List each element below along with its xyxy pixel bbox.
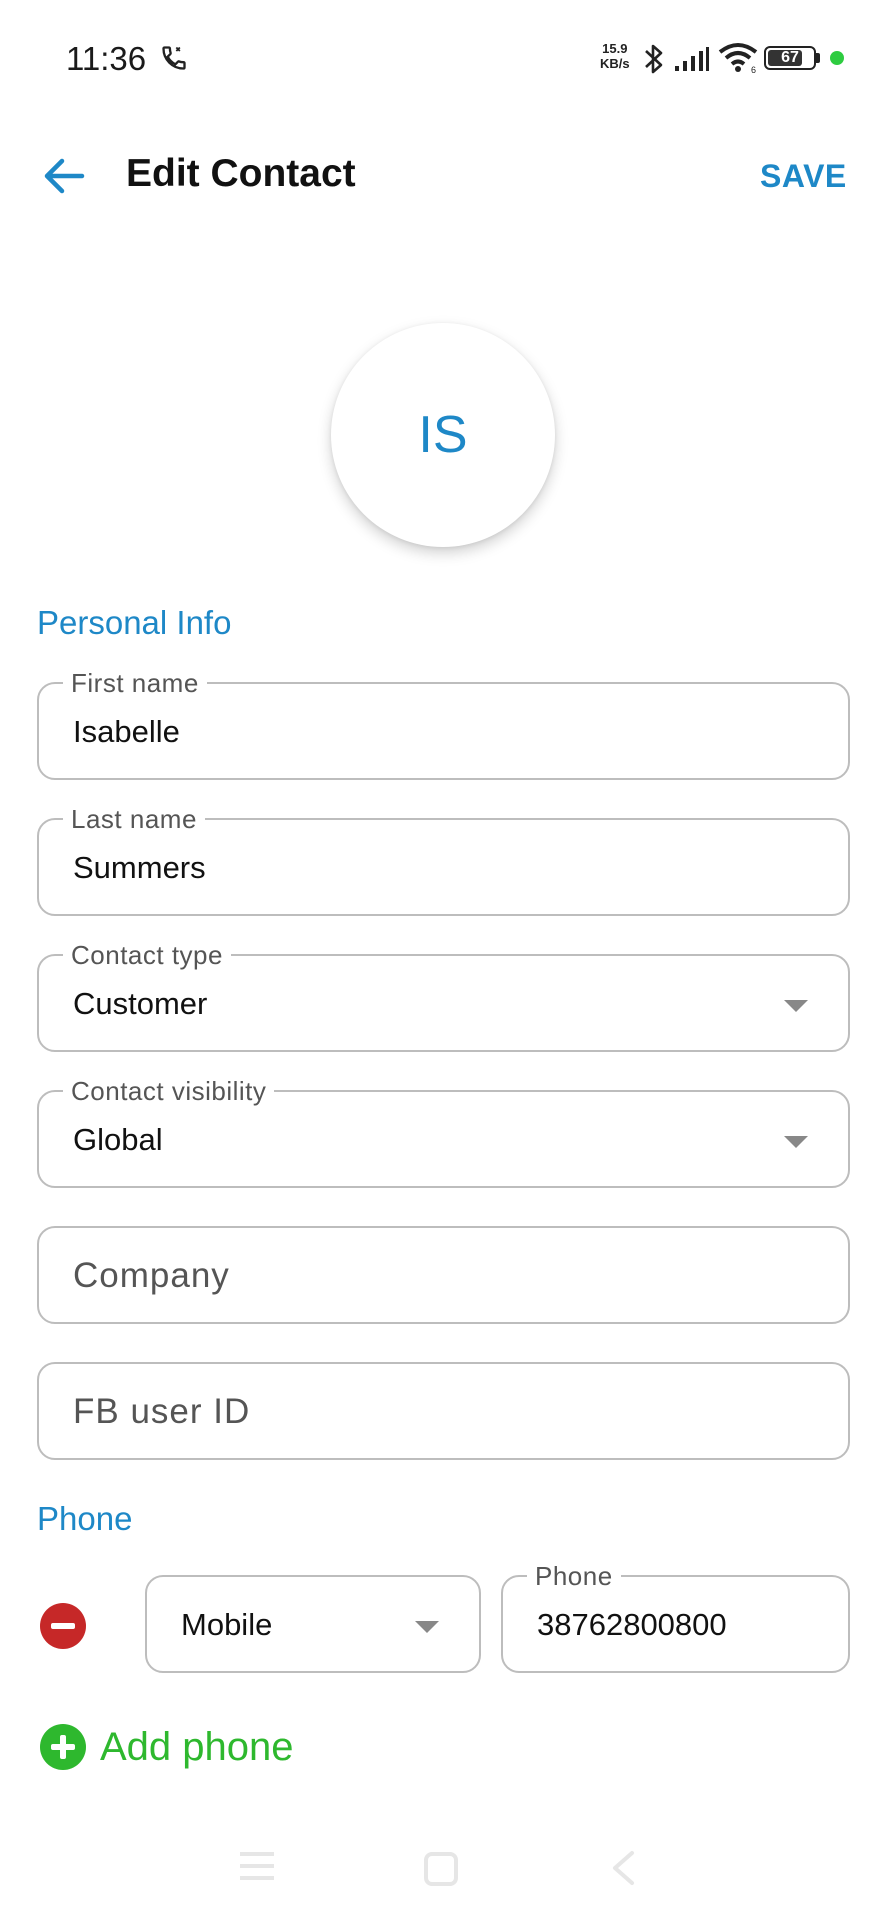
fb-user-id-field[interactable]: FB user ID — [37, 1362, 850, 1460]
minus-icon — [51, 1623, 75, 1629]
company-field[interactable]: Company — [37, 1226, 850, 1324]
contact-visibility-value: Global — [73, 1122, 163, 1157]
last-name-label: Last name — [63, 804, 205, 834]
first-name-field[interactable]: First name Isabelle — [37, 668, 850, 780]
nav-menu-button[interactable] — [240, 1850, 274, 1882]
status-bar: 11:36 15.9 KB/s 6 67 — [0, 0, 886, 110]
phone-type-dropdown[interactable]: Mobile — [145, 1575, 481, 1673]
avatar[interactable]: IS — [331, 323, 555, 547]
avatar-initials: IS — [418, 406, 468, 464]
signal-icon — [675, 47, 709, 71]
section-header-phone: Phone — [37, 1500, 133, 1537]
page-title: Edit Contact — [126, 152, 356, 195]
phone-type-value: Mobile — [181, 1607, 273, 1642]
arrow-left-icon — [44, 158, 85, 194]
network-speed: 15.9 KB/s — [600, 41, 630, 71]
contact-visibility-label: Contact visibility — [63, 1076, 275, 1106]
dropdown-arrow-icon — [784, 1000, 808, 1012]
contact-visibility-dropdown[interactable]: Contact visibility Global — [37, 1076, 850, 1188]
contact-type-label: Contact type — [63, 940, 231, 970]
contact-type-dropdown[interactable]: Contact type Customer — [37, 940, 850, 1052]
company-placeholder: Company — [73, 1256, 230, 1295]
call-icon — [162, 46, 186, 70]
back-button[interactable] — [38, 150, 90, 202]
plus-icon — [40, 1724, 86, 1770]
remove-phone-button[interactable] — [40, 1603, 86, 1649]
contact-type-value: Customer — [73, 986, 208, 1021]
phone-number-field[interactable]: Phone 38762800800 — [501, 1561, 850, 1673]
save-button[interactable]: SAVE — [760, 158, 847, 195]
svg-text:6: 6 — [751, 65, 756, 74]
section-header-personal-info: Personal Info — [37, 604, 232, 641]
wifi-icon: 6 — [718, 43, 758, 74]
nav-back-button[interactable] — [610, 1850, 636, 1886]
first-name-value: Isabelle — [73, 714, 180, 749]
first-name-label: First name — [63, 668, 207, 698]
battery-icon: 67 — [764, 46, 816, 70]
last-name-value: Summers — [73, 850, 206, 885]
add-phone-button[interactable]: Add phone — [40, 1722, 294, 1772]
bluetooth-icon — [645, 44, 663, 74]
status-time: 11:36 — [66, 40, 147, 77]
battery-tip — [816, 53, 820, 63]
dropdown-arrow-icon — [784, 1136, 808, 1148]
add-phone-label: Add phone — [100, 1724, 294, 1769]
nav-home-button[interactable] — [424, 1852, 458, 1886]
phone-number-value: 38762800800 — [537, 1607, 727, 1642]
last-name-field[interactable]: Last name Summers — [37, 804, 850, 916]
status-indicator-dot — [830, 51, 844, 65]
battery-level: 67 — [781, 49, 799, 66]
fb-user-id-placeholder: FB user ID — [73, 1392, 251, 1431]
dropdown-arrow-icon — [415, 1621, 439, 1633]
phone-number-label: Phone — [527, 1561, 621, 1591]
